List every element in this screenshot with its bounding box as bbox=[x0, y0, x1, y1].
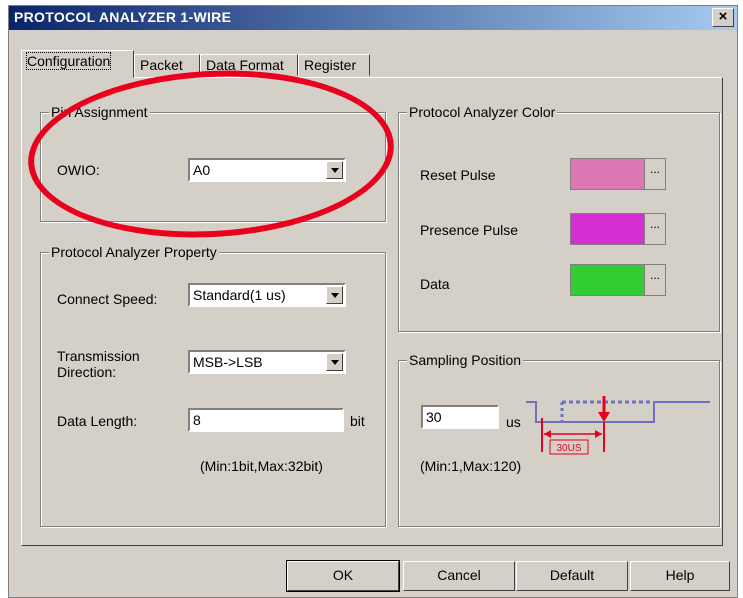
default-button[interactable]: Default bbox=[516, 561, 628, 591]
tab-data-format-label: Data Format bbox=[206, 57, 284, 73]
sampling-position-unit: us bbox=[506, 414, 521, 430]
close-button[interactable]: × bbox=[712, 8, 734, 27]
presence-pulse-browse-button[interactable]: ... bbox=[644, 214, 665, 244]
tab-packet-label: Packet bbox=[140, 57, 183, 73]
window-title: PROTOCOL ANALYZER 1-WIRE bbox=[14, 9, 232, 25]
reset-pulse-swatch bbox=[571, 159, 646, 189]
transmission-direction-label: Transmission Direction: bbox=[57, 348, 140, 380]
sampling-position-input[interactable]: 30 bbox=[421, 405, 499, 429]
analyzer-property-legend: Protocol Analyzer Property bbox=[49, 244, 219, 260]
presence-pulse-label: Presence Pulse bbox=[420, 222, 519, 238]
owio-select-value: A0 bbox=[193, 162, 211, 178]
transmission-label-line1: Transmission bbox=[57, 348, 140, 364]
tab-packet[interactable]: Packet bbox=[134, 54, 200, 76]
sampling-diagram-label: 30US bbox=[556, 443, 581, 454]
transmission-label-line2: Direction: bbox=[57, 364, 117, 380]
presence-pulse-swatch bbox=[571, 214, 646, 244]
transmission-direction-select[interactable]: MSB->LSB bbox=[188, 350, 346, 374]
sampling-position-range: (Min:1,Max:120) bbox=[420, 458, 522, 474]
data-browse-button[interactable]: ... bbox=[644, 265, 665, 295]
connect-speed-label: Connect Speed: bbox=[57, 291, 158, 307]
tab-register[interactable]: Register bbox=[298, 54, 370, 76]
ok-button[interactable]: OK bbox=[286, 560, 400, 592]
data-length-unit: bit bbox=[350, 413, 365, 429]
reset-pulse-browse-button[interactable]: ... bbox=[644, 159, 665, 189]
chevron-down-icon[interactable] bbox=[326, 286, 343, 304]
tab-data-format[interactable]: Data Format bbox=[200, 54, 298, 76]
pin-assignment-legend: Pin Assignment bbox=[49, 104, 150, 120]
analyzer-color-legend: Protocol Analyzer Color bbox=[407, 104, 558, 120]
cancel-button[interactable]: Cancel bbox=[403, 561, 515, 591]
data-color-label: Data bbox=[420, 276, 450, 292]
owio-label: OWIO: bbox=[57, 162, 100, 178]
tab-configuration-label: Configuration bbox=[25, 52, 112, 70]
data-color-swatch bbox=[571, 265, 646, 295]
transmission-direction-value: MSB->LSB bbox=[193, 354, 263, 370]
title-bar: PROTOCOL ANALYZER 1-WIRE × bbox=[9, 6, 737, 30]
tab-configuration[interactable]: Configuration bbox=[21, 50, 134, 78]
sampling-position-value: 30 bbox=[426, 409, 442, 425]
reset-pulse-color-picker[interactable]: ... bbox=[570, 158, 666, 190]
data-length-input[interactable]: 8 bbox=[188, 408, 344, 432]
tab-register-label: Register bbox=[304, 57, 357, 73]
connect-speed-select[interactable]: Standard(1 us) bbox=[188, 283, 346, 307]
sampling-timing-diagram: 30US bbox=[526, 396, 710, 455]
data-length-label: Data Length: bbox=[57, 413, 138, 429]
presence-pulse-color-picker[interactable]: ... bbox=[570, 213, 666, 245]
sampling-position-legend: Sampling Position bbox=[407, 352, 524, 368]
data-length-value: 8 bbox=[193, 412, 201, 428]
help-button[interactable]: Help bbox=[630, 561, 730, 591]
chevron-down-icon[interactable] bbox=[326, 161, 343, 179]
connect-speed-value: Standard(1 us) bbox=[193, 287, 286, 303]
reset-pulse-label: Reset Pulse bbox=[420, 167, 496, 183]
chevron-down-icon[interactable] bbox=[326, 353, 343, 371]
data-color-picker[interactable]: ... bbox=[570, 264, 666, 296]
data-length-range: (Min:1bit,Max:32bit) bbox=[200, 458, 323, 474]
owio-select[interactable]: A0 bbox=[188, 158, 346, 182]
